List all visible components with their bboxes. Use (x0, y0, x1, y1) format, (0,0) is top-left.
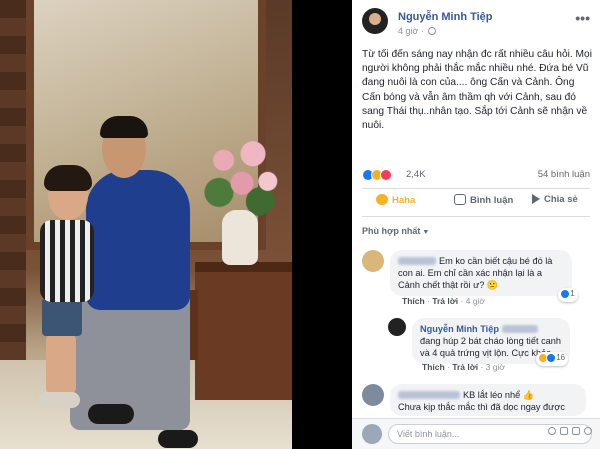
comment-icon (454, 194, 466, 205)
love-reaction-icon (380, 169, 392, 181)
comment-time[interactable]: 4 giờ (466, 296, 485, 306)
haha-icon (376, 194, 388, 205)
comment-reply-item: Nguyễn Minh Tiệp đang húp 2 bát cháo lòn… (388, 318, 592, 376)
comment-links: Thích · Trả lời · 4 giờ (402, 296, 485, 306)
kid-hair (44, 165, 92, 191)
author-avatar[interactable] (362, 8, 388, 34)
reply-link[interactable]: Trả lời (432, 296, 458, 306)
post-text: Từ tối đến sáng nay nhận đc rất nhiều câ… (362, 49, 592, 132)
comment-reactions[interactable]: 16 (536, 352, 569, 366)
author-avatar-small[interactable] (388, 318, 406, 336)
viewer-avatar (362, 424, 382, 444)
comment-label: Bình luận (470, 195, 514, 206)
like-reaction-icon (560, 289, 570, 299)
post-panel: Nguyễn Minh Tiệp 4 giờ · ••• Từ tối đến … (352, 0, 600, 449)
commenter-avatar[interactable] (362, 384, 384, 406)
sticker-icon[interactable] (584, 427, 592, 435)
composer-tools (544, 427, 592, 437)
haha-label: Haha (392, 195, 416, 206)
share-button[interactable]: Chia sẻ (532, 194, 578, 212)
post-meta: 4 giờ · (398, 26, 437, 36)
kid-legs (46, 334, 76, 394)
divider (362, 216, 590, 217)
post-photo[interactable] (0, 0, 292, 449)
blurred-name[interactable] (398, 257, 436, 265)
post-header: Nguyễn Minh Tiệp 4 giờ · ••• (362, 8, 594, 40)
reaction-count[interactable]: 2,4K (406, 169, 426, 180)
man-shoe (158, 430, 198, 448)
more-options-icon[interactable]: ••• (575, 10, 590, 26)
comment-reaction-count: 1 (570, 289, 575, 298)
camera-icon[interactable] (560, 427, 568, 435)
comment-item: KB lắt léo nhể 👍 Chưa kịp thắc mắc thì đ… (362, 384, 592, 418)
author-name[interactable]: Nguyễn Minh Tiệp (398, 11, 493, 23)
reply-author[interactable]: Nguyễn Minh Tiệp (420, 324, 499, 334)
reaction-icons (362, 169, 392, 182)
comment-item: Em ko cần biết cậu bé đó là con ai. Em c… (362, 250, 592, 310)
comment-text: KB lắt léo nhể 👍 (463, 390, 535, 400)
man-shoe (88, 404, 134, 424)
gif-icon[interactable] (572, 427, 580, 435)
action-bar: Haha Bình luận Chia sẻ (362, 192, 590, 214)
share-label: Chia sẻ (544, 194, 578, 205)
comment-bubble: KB lắt léo nhể 👍 Chưa kịp thắc mắc thì đ… (390, 384, 586, 416)
haha-button[interactable]: Haha (376, 194, 415, 212)
comment-text-continued: Chưa kịp thắc mắc thì đã dọc ngay được (398, 402, 565, 412)
like-link[interactable]: Thích (402, 296, 425, 306)
vase (222, 210, 258, 265)
blurred-name[interactable] (398, 391, 460, 399)
kid-shoe (38, 392, 80, 408)
comment-composer: Viết bình luận... (352, 418, 600, 449)
like-reaction-icon (546, 353, 556, 363)
sort-label: Phù hợp nhất (362, 226, 421, 236)
kid-shorts (42, 298, 82, 336)
chevron-down-icon: ▼ (422, 229, 430, 236)
share-icon (532, 194, 540, 204)
emoji-icon[interactable] (548, 427, 556, 435)
reaction-summary[interactable]: 2,4K 54 bình luận (362, 168, 590, 184)
comment-sort-dropdown[interactable]: Phù hợp nhất ▼ (362, 226, 429, 236)
post-time[interactable]: 4 giờ (398, 26, 418, 36)
flower-arrangement (196, 128, 288, 220)
lightbox-gap (292, 0, 352, 449)
reply-link[interactable]: Trả lời (452, 362, 478, 372)
comment-count[interactable]: 54 bình luận (538, 169, 590, 180)
kid-shirt (40, 220, 94, 302)
comment-reaction-count: 16 (556, 353, 566, 362)
comment-links: Thích · Trả lời · 3 giờ (422, 362, 505, 372)
comment-time[interactable]: 3 giờ (486, 362, 505, 372)
man-hair (100, 116, 148, 138)
comment-button[interactable]: Bình luận (454, 194, 513, 212)
divider (362, 188, 590, 189)
globe-icon (428, 27, 437, 35)
comment-reactions[interactable]: 1 (558, 288, 578, 302)
commenter-avatar[interactable] (362, 250, 384, 272)
man-shirt (86, 170, 190, 310)
comment-bubble: Em ko cần biết cậu bé đó là con ai. Em c… (390, 250, 572, 296)
like-link[interactable]: Thích (422, 362, 445, 372)
wooden-table (195, 262, 292, 400)
blurred-name[interactable] (501, 325, 538, 333)
